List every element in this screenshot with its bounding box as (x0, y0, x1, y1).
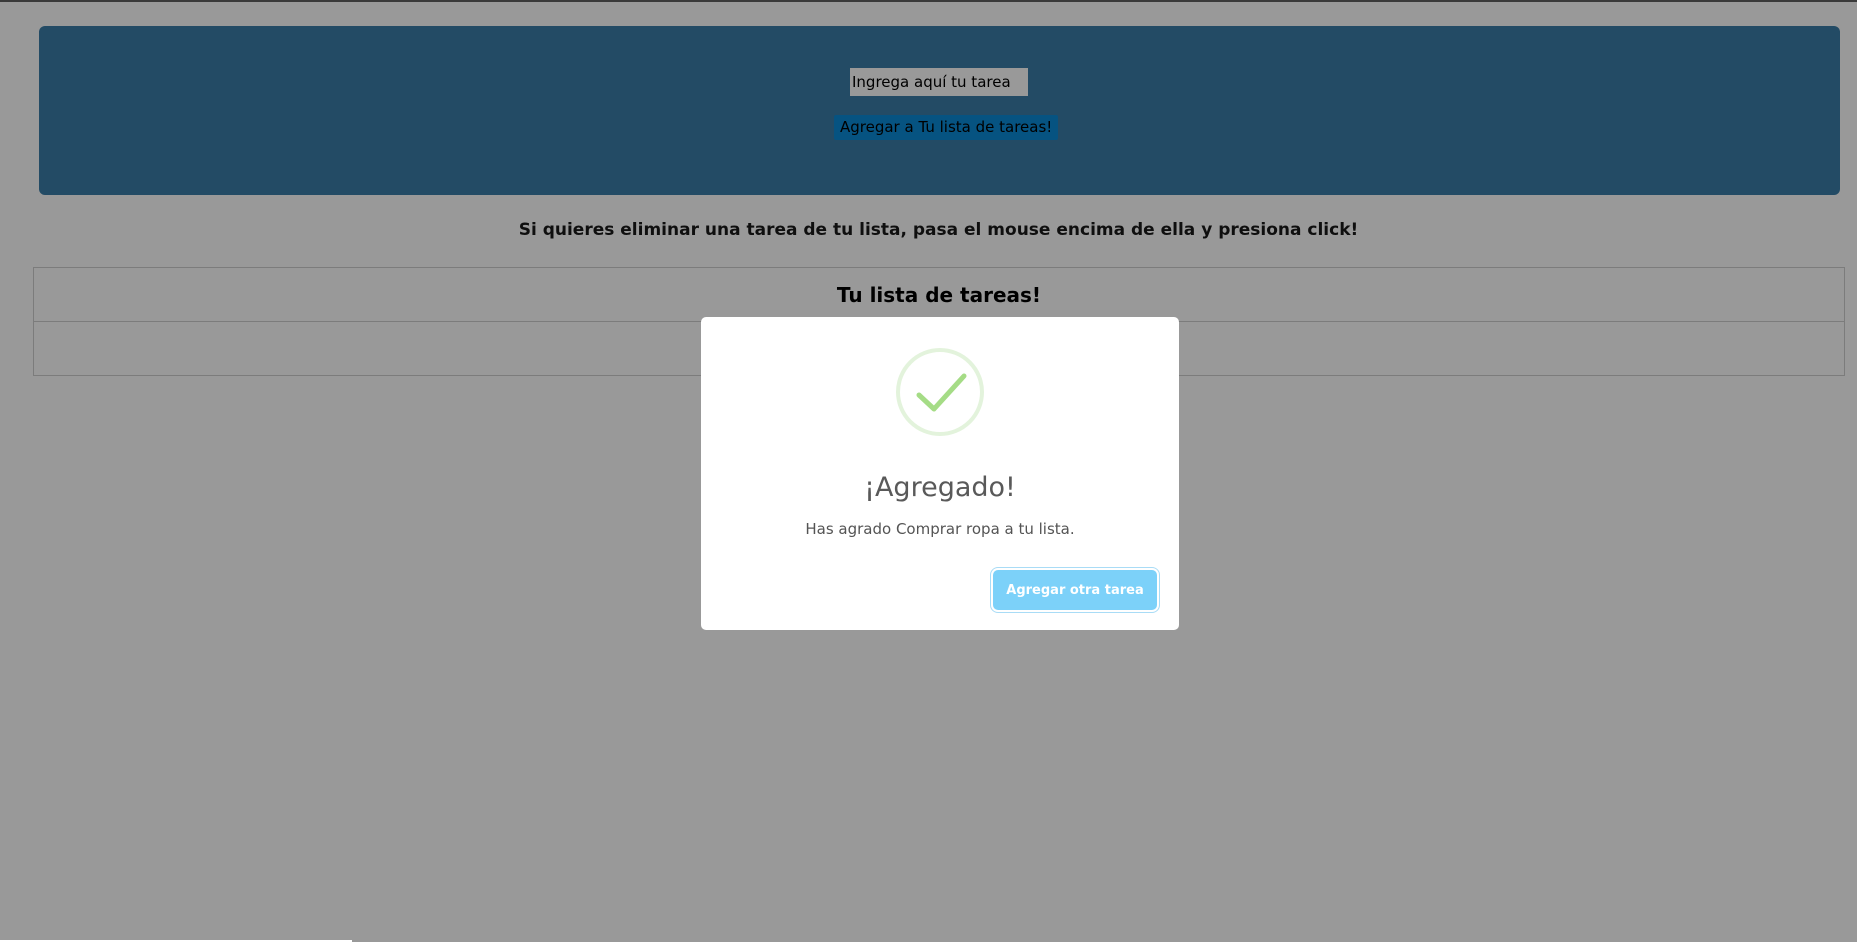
dialog-title: ¡Agregado! (864, 472, 1016, 503)
dialog-message: Has agrado Comprar ropa a tu lista. (805, 520, 1075, 538)
success-dialog: ¡Agregado! Has agrado Comprar ropa a tu … (701, 317, 1179, 630)
success-circle (896, 348, 984, 436)
check-icon (916, 373, 967, 412)
add-another-task-button[interactable]: Agregar otra tarea (993, 570, 1157, 610)
